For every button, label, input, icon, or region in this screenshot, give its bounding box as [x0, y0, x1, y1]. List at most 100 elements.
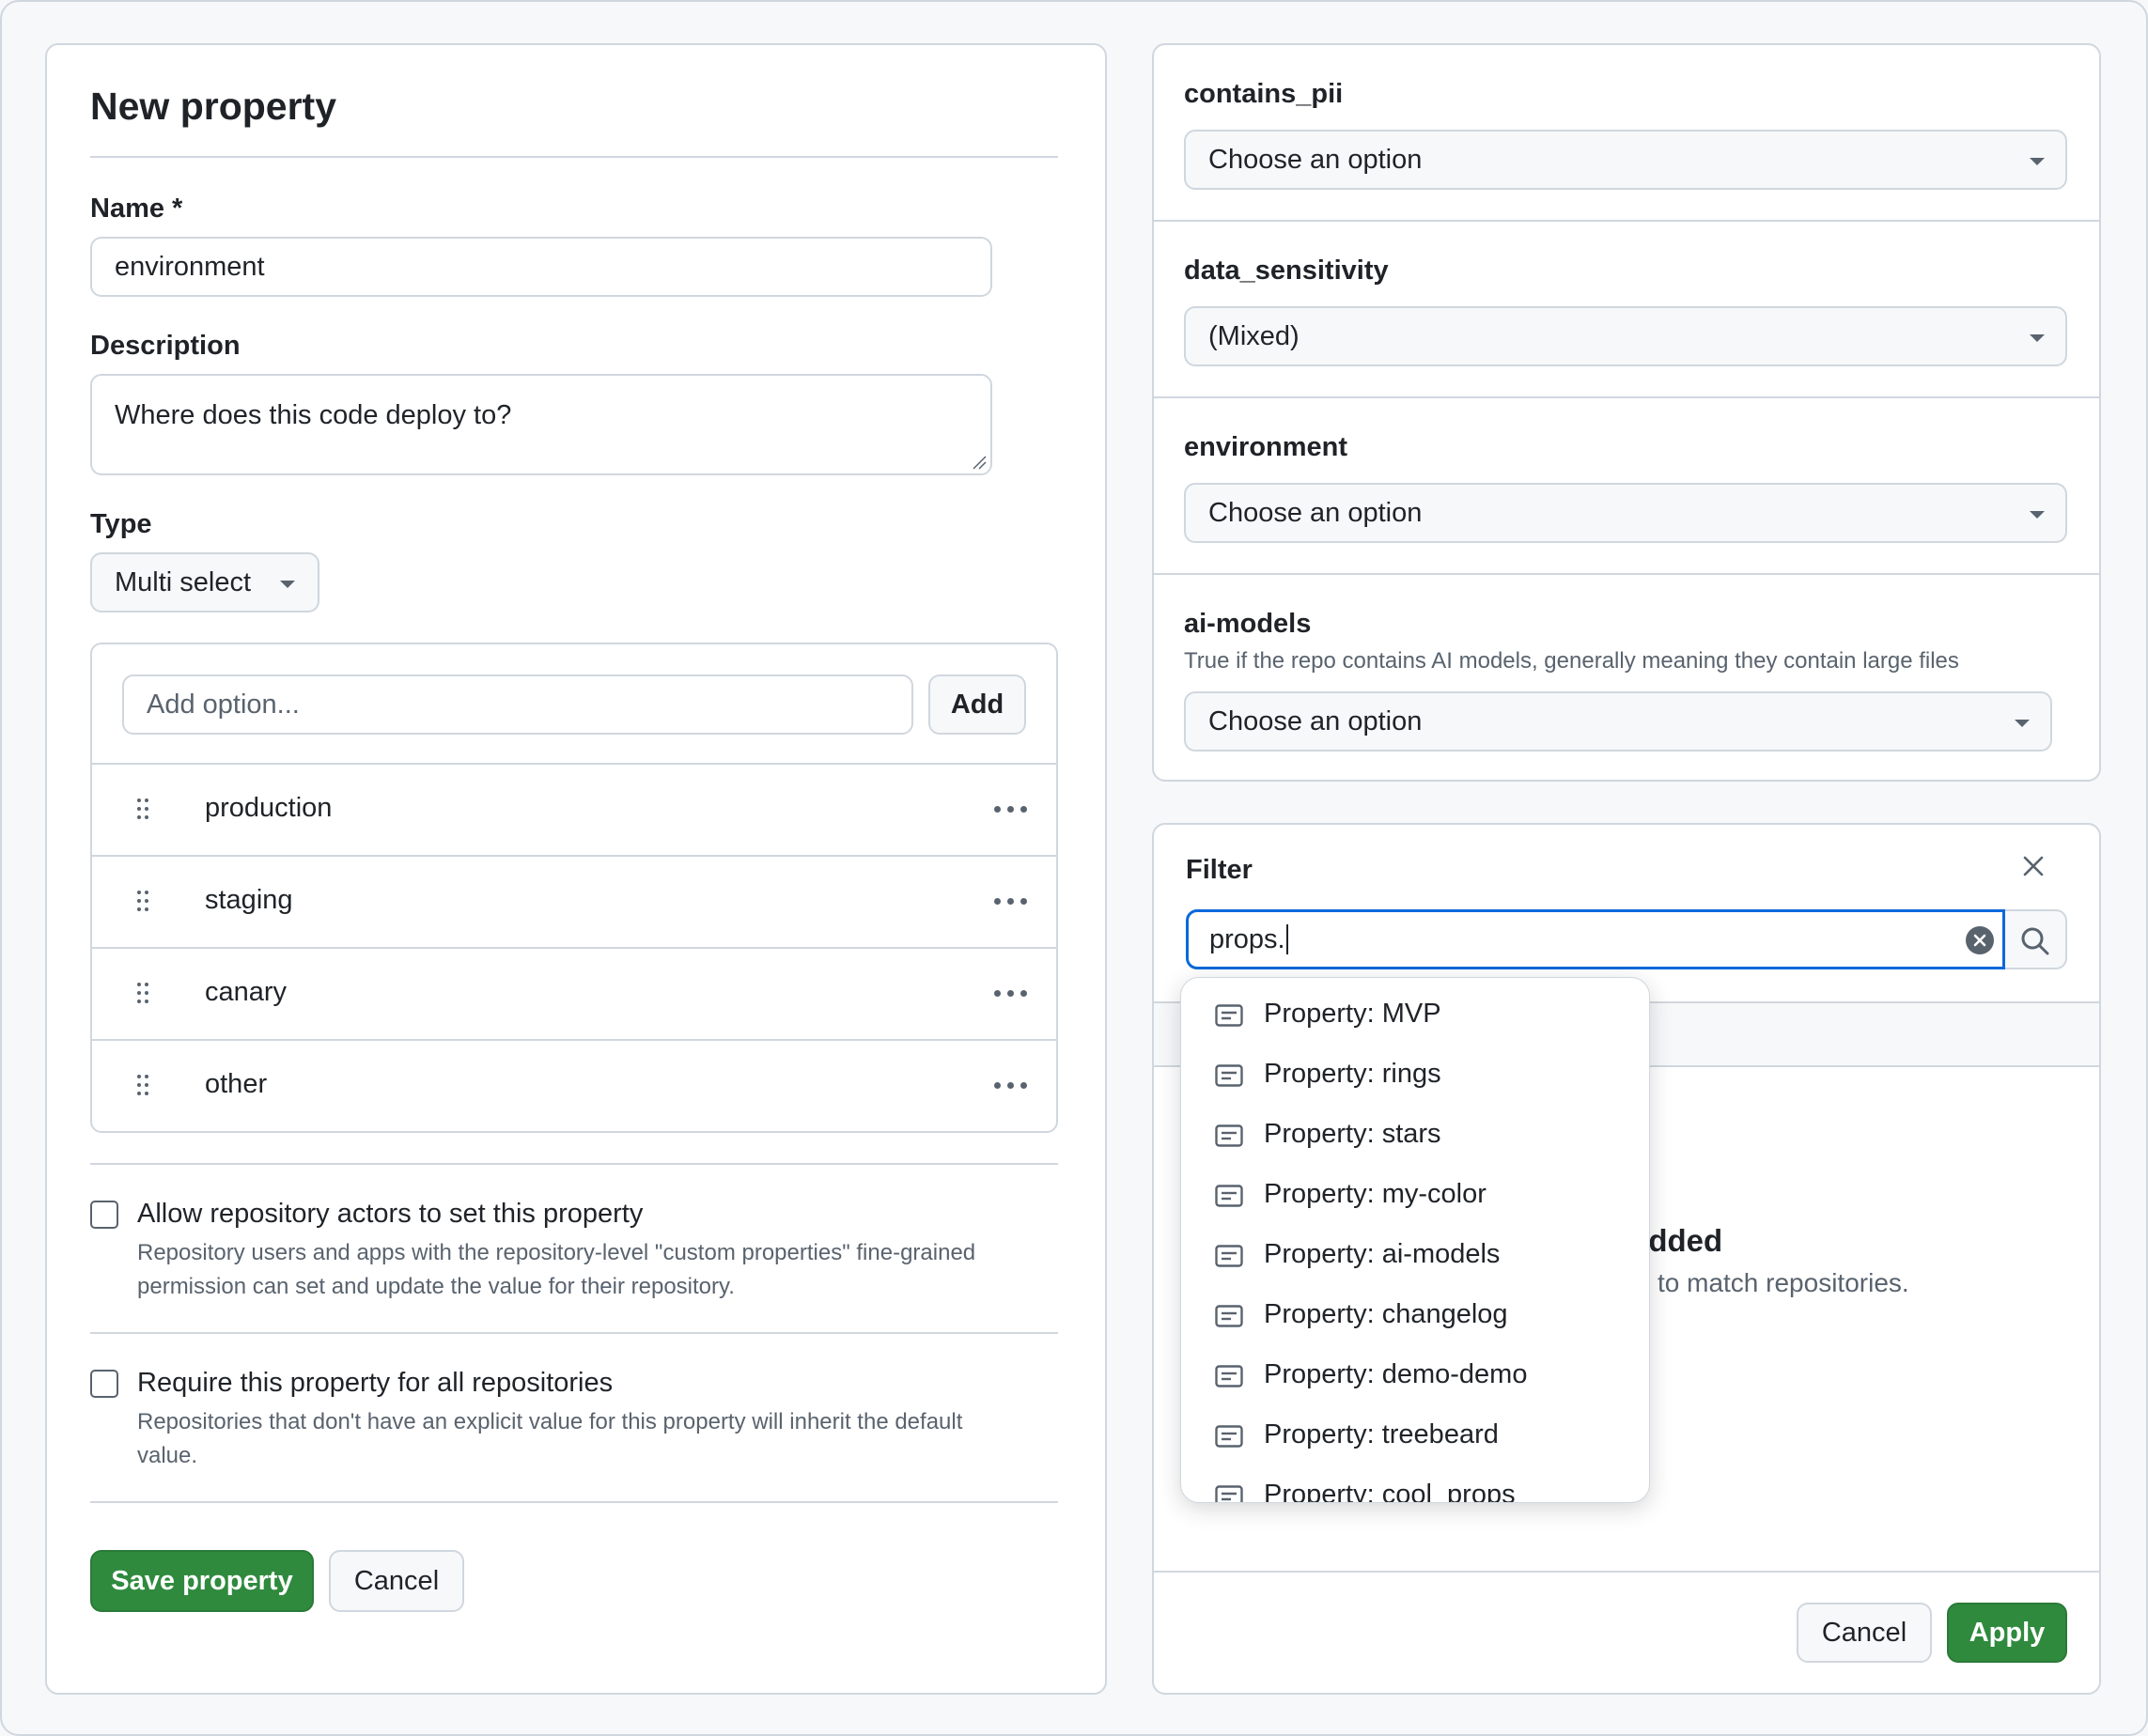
chevron-down-icon	[2030, 158, 2045, 165]
suggestion-label: Property: demo-demo	[1264, 1359, 1528, 1389]
property-value-select[interactable]: Choose an option	[1184, 483, 2067, 543]
suggestion-item[interactable]: Property: cool_props	[1181, 1466, 1649, 1503]
cancel-button-label: Cancel	[353, 1565, 440, 1596]
filter-title: Filter	[1186, 855, 1253, 885]
allow-actors-help-1: Repository users and apps with the repos…	[137, 1240, 976, 1265]
require-label[interactable]: Require this property for all repositori…	[137, 1368, 613, 1399]
property-section: environment Choose an option	[1154, 398, 2099, 575]
x-icon[interactable]	[2022, 855, 2045, 877]
cancel-button[interactable]: Cancel	[329, 1550, 464, 1612]
chevron-down-icon	[2015, 720, 2030, 727]
note-icon	[1215, 1425, 1243, 1448]
note-icon	[1215, 1485, 1243, 1502]
note-icon	[1215, 1004, 1243, 1027]
name-label: Name *	[90, 194, 183, 224]
type-select-value: Multi select	[115, 566, 252, 597]
note-icon	[1215, 1185, 1243, 1207]
note-icon	[1215, 1064, 1243, 1087]
require-help-1: Repositories that don't have an explicit…	[137, 1409, 963, 1434]
property-section: data_sensitivity (Mixed)	[1154, 222, 2099, 398]
suggestion-label: Property: stars	[1264, 1119, 1441, 1149]
x-circle-fill-icon[interactable]	[1965, 925, 1995, 955]
options-box: Add option... Add production staging can…	[90, 643, 1058, 1133]
page-title: New property	[90, 85, 336, 128]
grabber-icon[interactable]	[137, 983, 150, 1005]
filter-search-button[interactable]	[2005, 909, 2067, 969]
description-value: Where does this code deploy to?	[115, 400, 512, 430]
grabber-icon[interactable]	[137, 1075, 150, 1097]
suggestion-item[interactable]: Property: stars	[1181, 1106, 1649, 1166]
note-icon	[1215, 1124, 1243, 1147]
suggestion-item[interactable]: Property: MVP	[1181, 985, 1649, 1046]
filter-footer	[1154, 1571, 2099, 1573]
property-section: ai-models True if the repo contains AI m…	[1154, 575, 2099, 780]
option-row: other	[92, 1039, 1056, 1131]
require-help-2: value.	[137, 1443, 198, 1468]
option-row: production	[92, 763, 1056, 855]
resize-handle-icon[interactable]	[972, 455, 987, 470]
kebab-horizontal-icon[interactable]	[994, 898, 1028, 906]
add-option-button[interactable]: Add	[928, 674, 1026, 735]
note-icon	[1215, 1365, 1243, 1387]
suggestion-item[interactable]: Property: ai-models	[1181, 1226, 1649, 1286]
property-name: contains_pii	[1184, 79, 1344, 109]
option-row: canary	[92, 947, 1056, 1039]
note-icon	[1215, 1305, 1243, 1327]
add-option-button-label: Add	[950, 689, 1004, 720]
allow-actors-label[interactable]: Allow repository actors to set this prop…	[137, 1199, 643, 1230]
suggestion-label: Property: MVP	[1264, 999, 1441, 1029]
search-icon	[2021, 927, 2049, 955]
name-field-value: environment	[115, 251, 265, 282]
title-divider	[90, 156, 1058, 158]
section-divider	[90, 1332, 1058, 1334]
require-checkbox[interactable]	[90, 1370, 118, 1398]
empty-state-text: to match repositories.	[1658, 1268, 1909, 1297]
property-section: contains_pii Choose an option	[1154, 45, 2099, 222]
property-value-select[interactable]: Choose an option	[1184, 130, 2067, 190]
section-divider	[90, 1163, 1058, 1165]
filter-query: props.	[1209, 923, 1285, 954]
suggestion-item[interactable]: Property: treebeard	[1181, 1406, 1649, 1466]
option-label: canary	[205, 977, 288, 1007]
property-name: data_sensitivity	[1184, 256, 1389, 286]
filter-cancel-label: Cancel	[1821, 1617, 1907, 1648]
filter-search-input[interactable]: props.	[1186, 909, 2005, 969]
suggestion-item[interactable]: Property: rings	[1181, 1046, 1649, 1106]
allow-actors-help-2: permission can set and update the value …	[137, 1274, 735, 1299]
chevron-down-icon	[280, 581, 295, 588]
name-field[interactable]: environment	[90, 237, 992, 297]
kebab-horizontal-icon[interactable]	[994, 1082, 1028, 1090]
property-value: (Mixed)	[1208, 320, 1300, 351]
type-label: Type	[90, 509, 152, 539]
suggestions-menu: Property: MVP Property: rings Property: …	[1180, 977, 1650, 1503]
grabber-icon[interactable]	[137, 798, 150, 821]
chevron-down-icon	[2030, 511, 2045, 519]
filter-cancel-button[interactable]: Cancel	[1797, 1603, 1932, 1663]
suggestion-item[interactable]: Property: demo-demo	[1181, 1346, 1649, 1406]
kebab-horizontal-icon[interactable]	[994, 806, 1028, 814]
save-property-button[interactable]: Save property	[90, 1550, 314, 1612]
description-label: Description	[90, 331, 241, 361]
type-select[interactable]: Multi select	[90, 552, 319, 612]
description-textarea[interactable]: Where does this code deploy to?	[90, 374, 992, 475]
apply-button[interactable]: Apply	[1947, 1603, 2067, 1663]
add-option-input[interactable]: Add option...	[122, 674, 913, 735]
kebab-horizontal-icon[interactable]	[994, 990, 1028, 998]
property-value-select[interactable]: Choose an option	[1184, 691, 2052, 752]
chevron-down-icon	[2030, 334, 2045, 342]
note-icon	[1215, 1245, 1243, 1267]
option-row: staging	[92, 855, 1056, 947]
property-values-card: contains_pii Choose an option data_sensi…	[1152, 43, 2101, 782]
text-cursor	[1285, 924, 1288, 954]
suggestion-label: Property: my-color	[1264, 1179, 1486, 1209]
suggestion-item[interactable]: Property: my-color	[1181, 1166, 1649, 1226]
allow-actors-checkbox[interactable]	[90, 1201, 118, 1229]
property-value: Choose an option	[1208, 144, 1423, 175]
property-value: Choose an option	[1208, 705, 1423, 736]
suggestion-item[interactable]: Property: changelog	[1181, 1286, 1649, 1346]
option-label: other	[205, 1069, 268, 1099]
suggestion-label: Property: ai-models	[1264, 1239, 1501, 1269]
property-value-select[interactable]: (Mixed)	[1184, 306, 2067, 366]
grabber-icon[interactable]	[137, 891, 150, 913]
suggestion-label: Property: cool_props	[1264, 1480, 1516, 1503]
